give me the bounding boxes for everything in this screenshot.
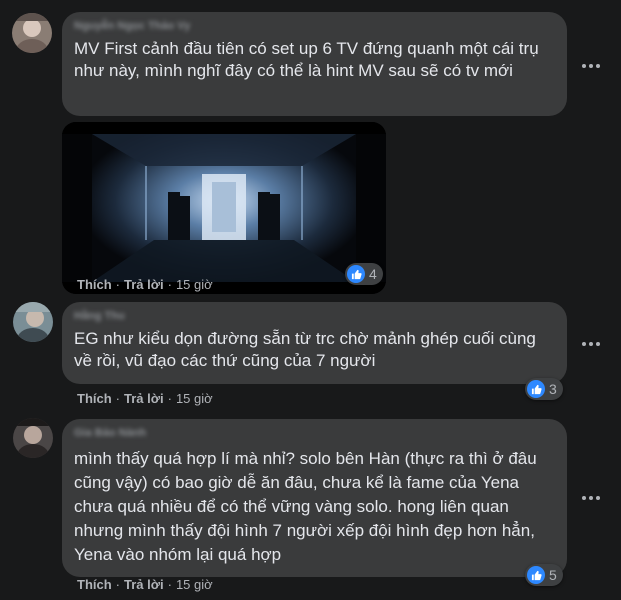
comment-bubble: Hằng Thu EG như kiểu dọn đường sẵn từ tr…: [62, 302, 567, 384]
comment-text: EG như kiểu dọn đường sẵn từ trc chờ mản…: [74, 329, 536, 370]
more-options-button[interactable]: [576, 56, 606, 76]
image-scene: [62, 122, 386, 294]
reaction-number: 5: [549, 567, 557, 583]
more-options-button[interactable]: [576, 334, 606, 354]
comment-image[interactable]: [62, 122, 386, 294]
separator: ·: [167, 391, 172, 406]
separator: ·: [115, 277, 121, 292]
thumbs-up-icon: [347, 265, 365, 283]
separator: ·: [167, 277, 172, 292]
comment-actions: Thích · Trả lời · 15 giờ: [77, 391, 213, 406]
more-options-icon: [582, 342, 586, 346]
reply-button[interactable]: Trả lời: [124, 391, 164, 406]
avatar[interactable]: [13, 418, 53, 458]
comment-actions: Thích · Trả lời · 15 giờ: [77, 277, 213, 292]
comment-timestamp[interactable]: 15 giờ: [176, 577, 213, 592]
separator: ·: [167, 577, 172, 592]
separator: ·: [115, 391, 121, 406]
separator: ·: [115, 577, 121, 592]
reaction-number: 4: [369, 266, 377, 282]
more-options-icon: [582, 496, 586, 500]
reaction-count[interactable]: 5: [525, 564, 563, 586]
thumbs-up-icon: [527, 380, 545, 398]
avatar[interactable]: [13, 302, 53, 342]
like-button[interactable]: Thích: [77, 277, 112, 292]
reply-button[interactable]: Trả lời: [124, 277, 164, 292]
comment-actions: Thích · Trả lời · 15 giờ: [77, 577, 213, 592]
more-options-button[interactable]: [576, 488, 606, 508]
comment-timestamp[interactable]: 15 giờ: [176, 277, 213, 292]
more-options-icon: [582, 64, 586, 68]
comment-author[interactable]: Gia Bảo Nành: [74, 427, 555, 439]
reaction-number: 3: [549, 381, 557, 397]
comment-text: MV First cảnh đầu tiên có set up 6 TV đứ…: [74, 39, 539, 80]
like-button[interactable]: Thích: [77, 577, 112, 592]
comment-bubble: Gia Bảo Nành mình thấy quá hợp lí mà nhỉ…: [62, 419, 567, 577]
reaction-count[interactable]: 4: [345, 263, 383, 285]
comment-timestamp[interactable]: 15 giờ: [176, 391, 213, 406]
comment-text: mình thấy quá hợp lí mà nhỉ? solo bên Hà…: [74, 449, 537, 564]
like-button[interactable]: Thích: [77, 391, 112, 406]
reply-button[interactable]: Trả lời: [124, 577, 164, 592]
avatar[interactable]: [12, 13, 52, 53]
comment-bubble: Nguyễn Ngọc Thảo Vy MV First cảnh đầu ti…: [62, 12, 567, 116]
reaction-count[interactable]: 3: [525, 378, 563, 400]
comment-author[interactable]: Nguyễn Ngọc Thảo Vy: [74, 20, 555, 32]
comment-author[interactable]: Hằng Thu: [74, 310, 555, 322]
thumbs-up-icon: [527, 566, 545, 584]
